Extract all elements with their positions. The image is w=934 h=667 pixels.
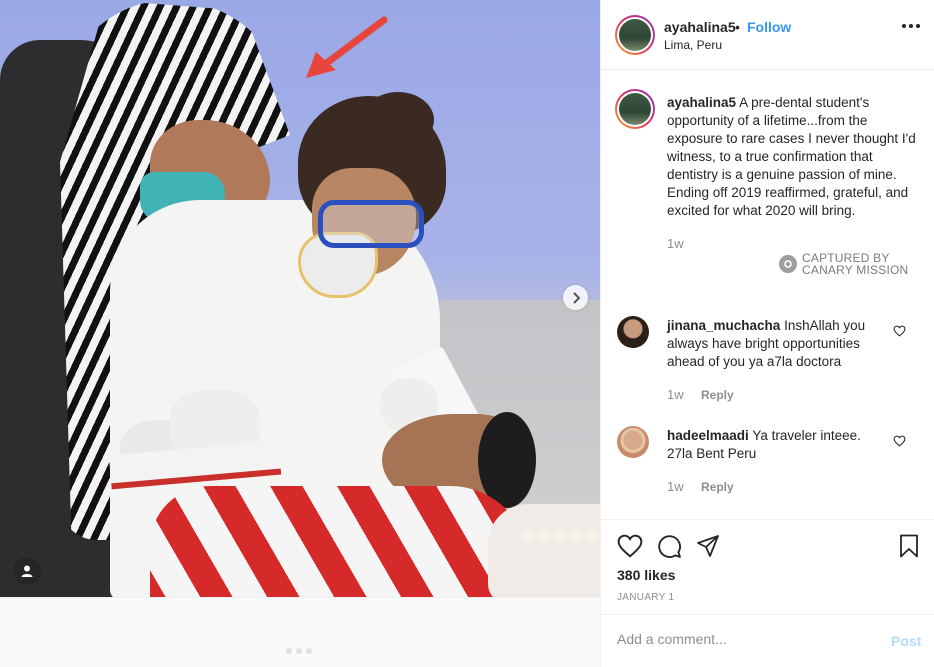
comment-timestamp[interactable]: 1w [667,479,684,494]
post-sidebar: ayahalina5 • Follow Lima, Peru ayahalina… [600,0,934,667]
share-icon[interactable] [696,534,720,558]
more-options-icon[interactable] [902,24,920,28]
commenter-avatar[interactable] [617,426,649,458]
comment-input[interactable] [617,631,867,647]
striped-shirt [150,486,530,597]
caption-avatar[interactable] [615,89,655,129]
commenter-avatar[interactable] [617,316,649,348]
comment-timestamp[interactable]: 1w [667,387,684,402]
next-photo-button[interactable] [563,285,588,310]
post-photo[interactable] [0,0,600,597]
caption-body: A pre-dental student's opportunity of a … [667,95,916,218]
commenter-username[interactable]: hadeelmaadi [667,428,749,443]
heart-icon[interactable] [893,325,906,337]
watermark-line2: CANARY MISSION [802,263,909,277]
post-comment-button[interactable]: Post [891,633,921,649]
canary-logo-icon [779,255,797,273]
add-comment-bar: Post [601,614,934,667]
commenter-username[interactable]: jinana_muchacha [667,318,780,333]
caption-username[interactable]: ayahalina5 [667,95,736,110]
photo-footer-area [0,597,600,667]
likes-count[interactable]: 380 likes [617,567,675,583]
user-tag-button[interactable] [13,557,41,585]
author-username[interactable]: ayahalina5 [664,19,736,35]
comment-icon[interactable] [657,534,682,559]
post-header: ayahalina5 • Follow Lima, Peru [601,0,934,70]
heart-icon[interactable] [617,534,643,558]
reply-button[interactable]: Reply [701,388,734,402]
arm-foreground [488,504,600,597]
reply-button[interactable]: Reply [701,480,734,494]
carousel-dot [286,648,292,654]
safety-goggles [318,200,424,248]
avatar-image [619,19,651,51]
heart-icon[interactable] [893,435,906,447]
carousel-dot [306,648,312,654]
comment: jinana_muchacha InshAllah you always hav… [667,317,887,371]
carousel-dot [296,648,302,654]
carousel-indicator [286,648,312,654]
caption: ayahalina5 A pre-dental student's opport… [667,94,917,220]
separator-dot: • [735,19,740,35]
bookmark-icon[interactable] [899,534,919,558]
location-link[interactable]: Lima, Peru [664,38,722,52]
watermark: CAPTURED BY CANARY MISSION [779,252,908,276]
avatar[interactable] [615,15,655,55]
hair-bun [362,92,434,148]
post-date[interactable]: JANUARY 1 [617,592,674,603]
follow-button[interactable]: Follow [747,19,791,35]
comment: hadeelmaadi Ya traveler inteee. 27la Ben… [667,427,887,463]
bracelet [520,528,600,544]
red-arrow-icon [306,16,388,78]
user-tag-icon [21,565,33,577]
caption-timestamp[interactable]: 1w [667,236,684,251]
chevron-right-icon [572,291,580,304]
patient-hair [478,412,536,508]
